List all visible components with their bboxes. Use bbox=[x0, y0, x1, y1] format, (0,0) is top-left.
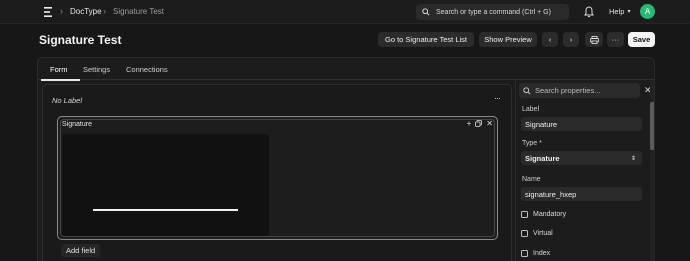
type-select[interactable]: Signature ⇕ bbox=[521, 151, 642, 165]
select-arrows-icon: ⇕ bbox=[630, 155, 636, 162]
next-doc-button[interactable]: › bbox=[563, 32, 579, 47]
type-value: Signature bbox=[525, 153, 560, 163]
close-icon[interactable]: ✕ bbox=[486, 119, 493, 128]
mandatory-label: Mandatory bbox=[533, 211, 567, 218]
save-button[interactable]: Save bbox=[628, 32, 655, 47]
chevron-right-icon: › bbox=[569, 35, 573, 44]
more-actions-button[interactable]: ··· bbox=[607, 32, 624, 47]
name-caption: Name bbox=[522, 176, 541, 183]
show-preview-button[interactable]: Show Preview bbox=[479, 32, 537, 47]
properties-search-input[interactable]: Search properties... bbox=[519, 83, 640, 98]
mandatory-checkbox-row[interactable]: Mandatory bbox=[521, 211, 566, 218]
tab-connections[interactable]: Connections bbox=[126, 65, 168, 74]
go-to-list-button[interactable]: Go to Signature Test List bbox=[378, 32, 474, 47]
help-label: Help bbox=[609, 7, 625, 16]
signature-baseline bbox=[93, 209, 238, 211]
breadcrumb-separator-icon: › bbox=[60, 6, 63, 16]
chevron-down-icon: ▾ bbox=[627, 9, 631, 15]
tab-settings[interactable]: Settings bbox=[83, 65, 110, 74]
app-logo-icon[interactable] bbox=[42, 6, 54, 18]
tab-form[interactable]: Form bbox=[50, 65, 68, 74]
virtual-checkbox[interactable] bbox=[521, 230, 528, 237]
section-more-icon[interactable]: ··· bbox=[494, 93, 501, 103]
signature-field-card[interactable]: Signature + ✕ bbox=[57, 116, 498, 240]
properties-sidebar: Search properties... ✕ Label Signature T… bbox=[515, 80, 654, 261]
add-icon[interactable]: + bbox=[467, 119, 472, 128]
virtual-checkbox-row[interactable]: Virtual bbox=[521, 230, 553, 237]
name-field[interactable]: signature_hxep bbox=[521, 187, 642, 201]
breadcrumb-current: Signature Test bbox=[113, 7, 164, 16]
add-field-button[interactable]: Add field bbox=[61, 244, 101, 257]
index-checkbox-row[interactable]: Index bbox=[521, 250, 550, 257]
print-button[interactable] bbox=[585, 32, 603, 47]
previous-doc-button[interactable]: ‹ bbox=[542, 32, 558, 47]
breadcrumb-separator-icon: › bbox=[103, 6, 106, 16]
virtual-label: Virtual bbox=[533, 230, 553, 237]
search-placeholder: Search or type a command (Ctrl + G) bbox=[436, 8, 551, 16]
type-caption: Type * bbox=[522, 140, 542, 147]
global-search-input[interactable]: Search or type a command (Ctrl + G) bbox=[416, 4, 569, 20]
field-actions: + ✕ bbox=[467, 119, 493, 128]
page-title: Signature Test bbox=[39, 33, 122, 47]
index-checkbox[interactable] bbox=[521, 250, 528, 257]
help-menu[interactable]: Help ▾ bbox=[609, 7, 630, 16]
breadcrumb-doctype[interactable]: DocType bbox=[70, 7, 102, 16]
index-label: Index bbox=[533, 250, 551, 257]
form-canvas: No Label ··· Signature + ✕ Add field bbox=[42, 84, 512, 261]
label-caption: Label bbox=[522, 106, 540, 113]
top-navbar: › DocType › Signature Test Search or typ… bbox=[0, 0, 690, 24]
notifications-bell-icon[interactable] bbox=[584, 6, 594, 18]
search-icon bbox=[422, 8, 430, 16]
duplicate-icon[interactable] bbox=[475, 120, 483, 127]
search-icon bbox=[523, 86, 531, 95]
properties-scrollbar[interactable] bbox=[650, 80, 654, 261]
signature-pad[interactable] bbox=[62, 134, 269, 236]
chevron-left-icon: ‹ bbox=[548, 35, 552, 44]
user-avatar[interactable]: A bbox=[640, 4, 655, 19]
section-label[interactable]: No Label bbox=[52, 96, 82, 105]
form-builder-panel: Form Settings Connections No Label ··· S… bbox=[37, 57, 655, 261]
scrollbar-thumb[interactable] bbox=[650, 102, 654, 150]
mandatory-checkbox[interactable] bbox=[521, 211, 528, 218]
printer-icon bbox=[589, 35, 599, 44]
field-title: Signature bbox=[62, 121, 92, 128]
active-tab-indicator bbox=[41, 79, 80, 81]
label-field[interactable]: Signature bbox=[521, 117, 642, 131]
tab-bar: Form Settings Connections bbox=[38, 58, 654, 81]
properties-search-placeholder: Search properties... bbox=[535, 86, 601, 95]
